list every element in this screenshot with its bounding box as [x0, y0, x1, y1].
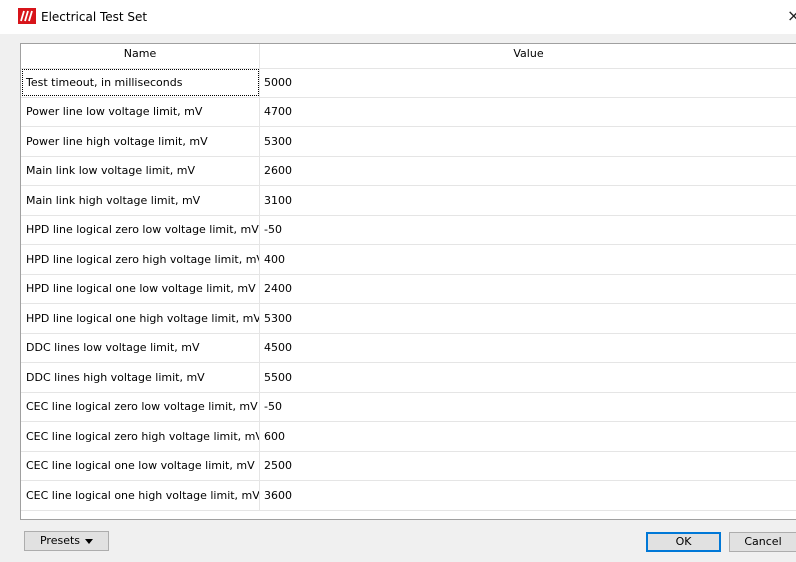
table-row[interactable]: CEC line logical zero low voltage limit,…	[21, 392, 796, 422]
parameter-value-cell[interactable]: 2500	[260, 452, 796, 481]
parameter-value-cell[interactable]: -50	[260, 216, 796, 245]
parameter-value-cell[interactable]: 5300	[260, 127, 796, 156]
parameter-value-cell[interactable]: 4700	[260, 98, 796, 127]
parameter-value-cell[interactable]: 2600	[260, 157, 796, 186]
parameter-value-cell[interactable]: -50	[260, 393, 796, 422]
dropdown-arrow-icon	[85, 538, 94, 544]
parameter-value-cell[interactable]: 3100	[260, 186, 796, 215]
table-header: Name Value	[21, 44, 796, 69]
parameter-name-cell[interactable]: Test timeout, in milliseconds	[21, 68, 260, 97]
table-row[interactable]: DDC lines low voltage limit, mV 4500	[21, 333, 796, 363]
parameter-name-cell[interactable]: HPD line logical zero high voltage limit…	[21, 245, 260, 274]
table-row[interactable]: DDC lines high voltage limit, mV 5500	[21, 363, 796, 393]
presets-button-label: Presets	[39, 534, 81, 547]
settings-table[interactable]: Name Value Test timeout, in milliseconds…	[20, 43, 796, 520]
table-row[interactable]: HPD line logical zero high voltage limit…	[21, 245, 796, 275]
table-row[interactable]: HPD line logical one high voltage limit,…	[21, 304, 796, 334]
parameter-name-cell[interactable]: CEC line logical one low voltage limit, …	[21, 451, 260, 480]
parameter-name-cell[interactable]: HPD line logical one low voltage limit, …	[21, 274, 260, 303]
window-title: Electrical Test Set	[41, 10, 148, 24]
ok-button[interactable]: OK	[646, 532, 721, 552]
close-icon[interactable]: ×	[787, 7, 796, 25]
table-row[interactable]: HPD line logical one low voltage limit, …	[21, 274, 796, 304]
parameter-value-cell[interactable]: 4500	[260, 334, 796, 363]
table-row[interactable]: Power line high voltage limit, mV 5300	[21, 127, 796, 157]
parameter-name-cell[interactable]: CEC line logical one high voltage limit,…	[21, 481, 260, 510]
parameter-name-cell[interactable]: CEC line logical zero low voltage limit,…	[21, 392, 260, 421]
parameter-name-cell[interactable]: Power line high voltage limit, mV	[21, 127, 260, 156]
title-bar: Electrical Test Set ×	[0, 0, 796, 34]
parameter-name-cell[interactable]: CEC line logical zero high voltage limit…	[21, 422, 260, 451]
table-row[interactable]: Test timeout, in milliseconds 5000	[21, 68, 796, 98]
parameter-value-cell[interactable]: 5000	[260, 68, 796, 97]
parameter-name-cell[interactable]: Power line low voltage limit, mV	[21, 97, 260, 126]
red-stripes-logo-icon	[18, 8, 36, 24]
parameter-value-cell[interactable]: 400	[260, 245, 796, 274]
parameter-name-cell[interactable]: Main link high voltage limit, mV	[21, 186, 260, 215]
presets-dropdown-button[interactable]: Presets	[24, 531, 109, 551]
parameter-name-cell[interactable]: DDC lines high voltage limit, mV	[21, 363, 260, 392]
parameter-name-cell[interactable]: HPD line logical one high voltage limit,…	[21, 304, 260, 333]
parameter-value-cell[interactable]: 5300	[260, 304, 796, 333]
table-row[interactable]: HPD line logical zero low voltage limit,…	[21, 215, 796, 245]
table-body: Test timeout, in milliseconds 5000 Power l…	[21, 68, 796, 511]
parameter-value-cell[interactable]: 600	[260, 422, 796, 451]
parameter-value-cell[interactable]: 3600	[260, 481, 796, 510]
table-row[interactable]: CEC line logical one high voltage limit,…	[21, 481, 796, 511]
column-header-value[interactable]: Value	[260, 44, 796, 68]
parameter-name-cell[interactable]: DDC lines low voltage limit, mV	[21, 333, 260, 362]
cancel-button[interactable]: Cancel	[729, 532, 796, 552]
table-row[interactable]: Power line low voltage limit, mV 4700	[21, 97, 796, 127]
table-row[interactable]: Main link high voltage limit, mV 3100	[21, 186, 796, 216]
table-row[interactable]: Main link low voltage limit, mV 2600	[21, 156, 796, 186]
parameter-name-cell[interactable]: HPD line logical zero low voltage limit,…	[21, 215, 260, 244]
parameter-name-cell[interactable]: Main link low voltage limit, mV	[21, 156, 260, 185]
table-row[interactable]: CEC line logical one low voltage limit, …	[21, 451, 796, 481]
table-row[interactable]: CEC line logical zero high voltage limit…	[21, 422, 796, 452]
parameter-value-cell[interactable]: 5500	[260, 363, 796, 392]
parameter-value-cell[interactable]: 2400	[260, 275, 796, 304]
column-header-name[interactable]: Name	[21, 44, 260, 68]
